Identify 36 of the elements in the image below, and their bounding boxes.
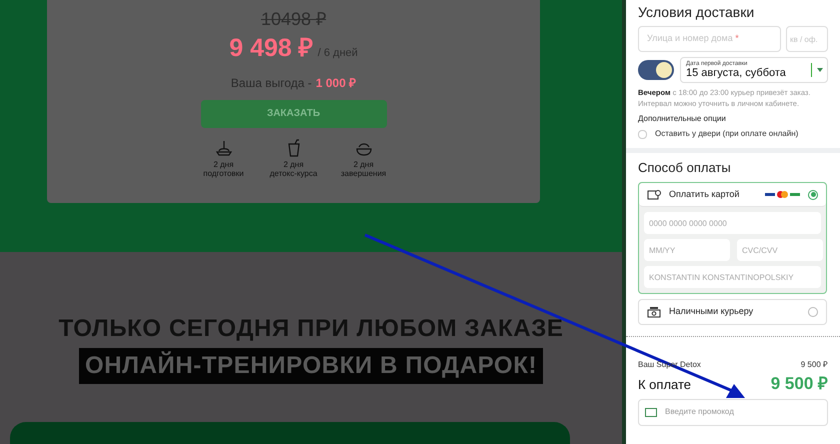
total-value: 9 500 ₽ <box>770 373 828 395</box>
savings-value: 1 000 ₽ <box>316 74 356 92</box>
radio-button[interactable] <box>808 307 818 317</box>
cash-icon <box>647 306 661 318</box>
card-logo-icon <box>790 193 800 196</box>
stage-label: 2 дня завершения <box>340 160 386 178</box>
stage-label: 2 дня подготовки <box>203 160 244 178</box>
banner-headline: ТОЛЬКО СЕГОДНЯ ПРИ ЛЮБОМ ЗАКАЗЕ <box>58 314 564 344</box>
apartment-field[interactable]: кв / оф. <box>786 26 828 52</box>
payment-option-label: Оплатить картой <box>669 188 740 201</box>
checkbox[interactable] <box>638 130 647 138</box>
price: 9 498 ₽ <box>229 33 314 64</box>
card-field[interactable]: CVC/CVV <box>737 239 823 261</box>
banner-subheadline: ОНЛАЙН-ТРЕНИРОВКИ В ПОДАРОК! <box>78 348 544 384</box>
radio-button[interactable] <box>808 190 818 200</box>
card-field[interactable]: KONSTANTIN KONSTANTINOPOLSKIY <box>644 266 821 288</box>
moon-icon <box>656 62 672 78</box>
coupon-icon <box>645 408 657 416</box>
card-logo-icon <box>765 193 775 196</box>
day-night-toggle[interactable] <box>638 60 674 80</box>
item-price: 9 500 ₽ <box>800 359 828 371</box>
stage-label: 2 дня детокс-курса <box>270 160 318 178</box>
card-field[interactable]: MM/YY <box>644 239 730 261</box>
section-title: Способ оплаты <box>638 159 732 177</box>
payment-option[interactable]: Оплатить картой 0000 0000 0000 0000 MM/YY CVC/CVV KONSTANTIN KONSTANTINOPOLSKIY <box>638 182 827 294</box>
section-title: Условия доставки <box>638 3 756 21</box>
payment-option-label: Наличными курьеру <box>669 305 754 318</box>
option-label: Оставить у двери (при оплате онлайн) <box>655 128 798 140</box>
date-value: 15 августа, суббота <box>686 68 787 79</box>
dropdown-caret-icon <box>817 68 823 72</box>
card-logo-icon <box>777 191 788 198</box>
options-title: Дополнительные опции <box>638 113 727 125</box>
card-icon <box>647 188 661 200</box>
total-label: К оплате <box>638 376 692 394</box>
payment-option[interactable]: Наличными курьеру <box>638 299 827 325</box>
card-field[interactable]: 0000 0000 0000 0000 <box>644 212 821 234</box>
